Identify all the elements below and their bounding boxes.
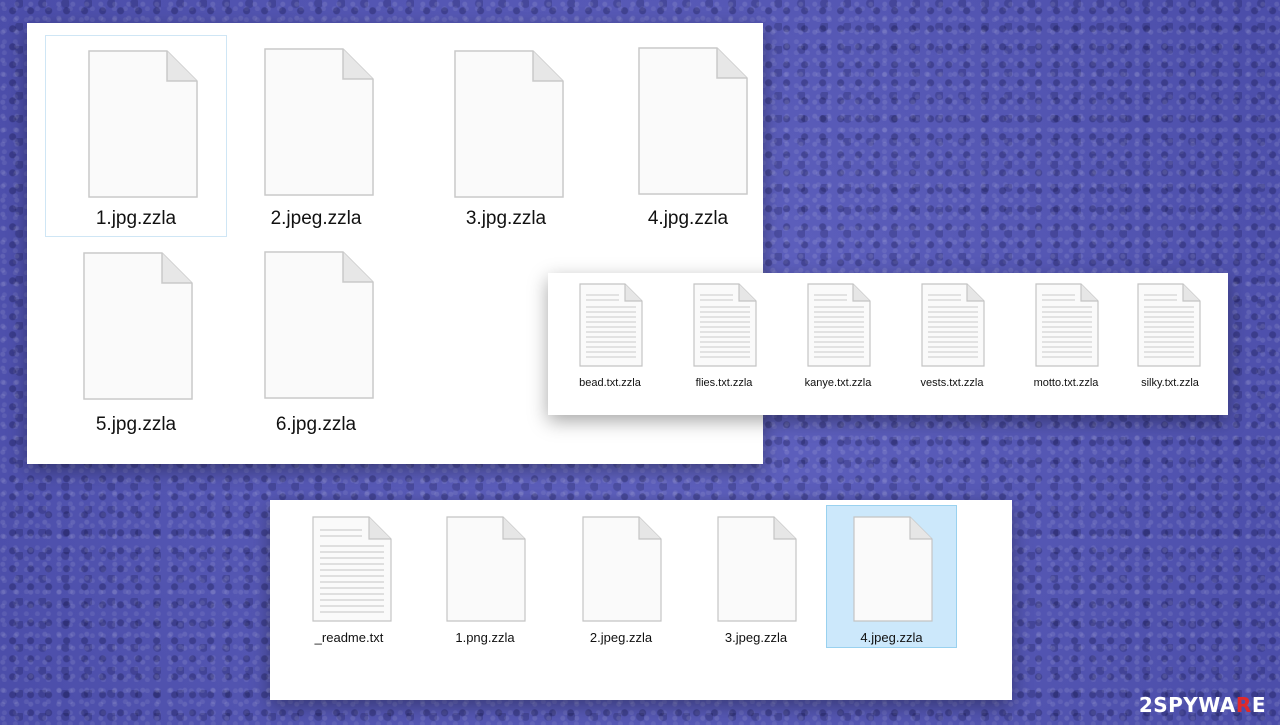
file-tile-selected[interactable]: 4.jpeg.zzla (826, 505, 957, 648)
file-name: _readme.txt (314, 630, 384, 645)
file-name: 3.jpeg.zzla (724, 630, 788, 645)
file-name: kanye.txt.zzla (804, 377, 872, 389)
text-file-icon (693, 283, 757, 367)
blank-file-icon (83, 252, 193, 400)
file-tile[interactable]: motto.txt.zzla (1014, 279, 1118, 403)
file-tile[interactable]: 2.jpeg.zzla (556, 508, 686, 648)
blank-file-icon (717, 516, 797, 622)
file-tile[interactable]: 5.jpg.zzla (45, 241, 227, 443)
blank-file-icon (582, 516, 662, 622)
file-tile[interactable]: 1.jpg.zzla (45, 35, 227, 237)
explorer-window-text-files: bead.txt.zzla flies.txt.zzla kanye.txt.z… (548, 273, 1228, 415)
file-tile[interactable]: 3.jpg.zzla (415, 35, 597, 237)
file-tile[interactable]: silky.txt.zzla (1118, 279, 1222, 403)
file-name: 2.jpeg.zzla (589, 630, 653, 645)
file-name: flies.txt.zzla (695, 377, 753, 389)
file-name: 4.jpeg.zzla (860, 630, 923, 645)
blank-file-icon (638, 47, 748, 195)
text-file-icon (579, 283, 643, 367)
file-name: bead.txt.zzla (579, 377, 641, 389)
file-tile[interactable]: 4.jpg.zzla (597, 35, 779, 237)
file-tile[interactable]: _readme.txt (284, 508, 414, 648)
blank-file-icon (446, 516, 526, 622)
file-tile[interactable]: bead.txt.zzla (558, 279, 662, 403)
blank-file-icon (264, 48, 374, 196)
blank-file-icon (454, 50, 564, 198)
file-name: 6.jpg.zzla (275, 414, 357, 435)
text-file-icon (1035, 283, 1099, 367)
text-file-icon (921, 283, 985, 367)
file-name: 5.jpg.zzla (95, 414, 177, 435)
watermark-logo: 2SPYWARE (1138, 693, 1266, 717)
blank-file-icon (264, 251, 374, 399)
file-tile[interactable]: flies.txt.zzla (672, 279, 776, 403)
blank-file-icon (88, 50, 198, 198)
blank-file-icon (853, 516, 933, 622)
file-tile[interactable]: 2.jpeg.zzla (225, 35, 407, 237)
file-name: silky.txt.zzla (1141, 377, 1199, 389)
text-file-icon (312, 516, 392, 622)
file-tile[interactable]: vests.txt.zzla (900, 279, 1004, 403)
file-name: motto.txt.zzla (1033, 377, 1099, 389)
file-tile[interactable]: 3.jpeg.zzla (691, 508, 821, 648)
file-tile[interactable]: kanye.txt.zzla (786, 279, 890, 403)
file-name: 3.jpg.zzla (465, 208, 547, 229)
file-name: vests.txt.zzla (920, 377, 984, 389)
file-name: 4.jpg.zzla (647, 208, 729, 229)
explorer-window-readme: _readme.txt 1.png.zzla 2.jpeg.zzla 3.jpe… (270, 500, 1012, 700)
text-file-icon (1137, 283, 1201, 367)
file-tile[interactable]: 1.png.zzla (420, 508, 550, 648)
text-file-icon (807, 283, 871, 367)
file-tile[interactable]: 6.jpg.zzla (225, 241, 407, 443)
file-name: 1.jpg.zzla (95, 208, 177, 229)
file-name: 1.png.zzla (455, 630, 515, 645)
file-name: 2.jpeg.zzla (270, 208, 362, 229)
